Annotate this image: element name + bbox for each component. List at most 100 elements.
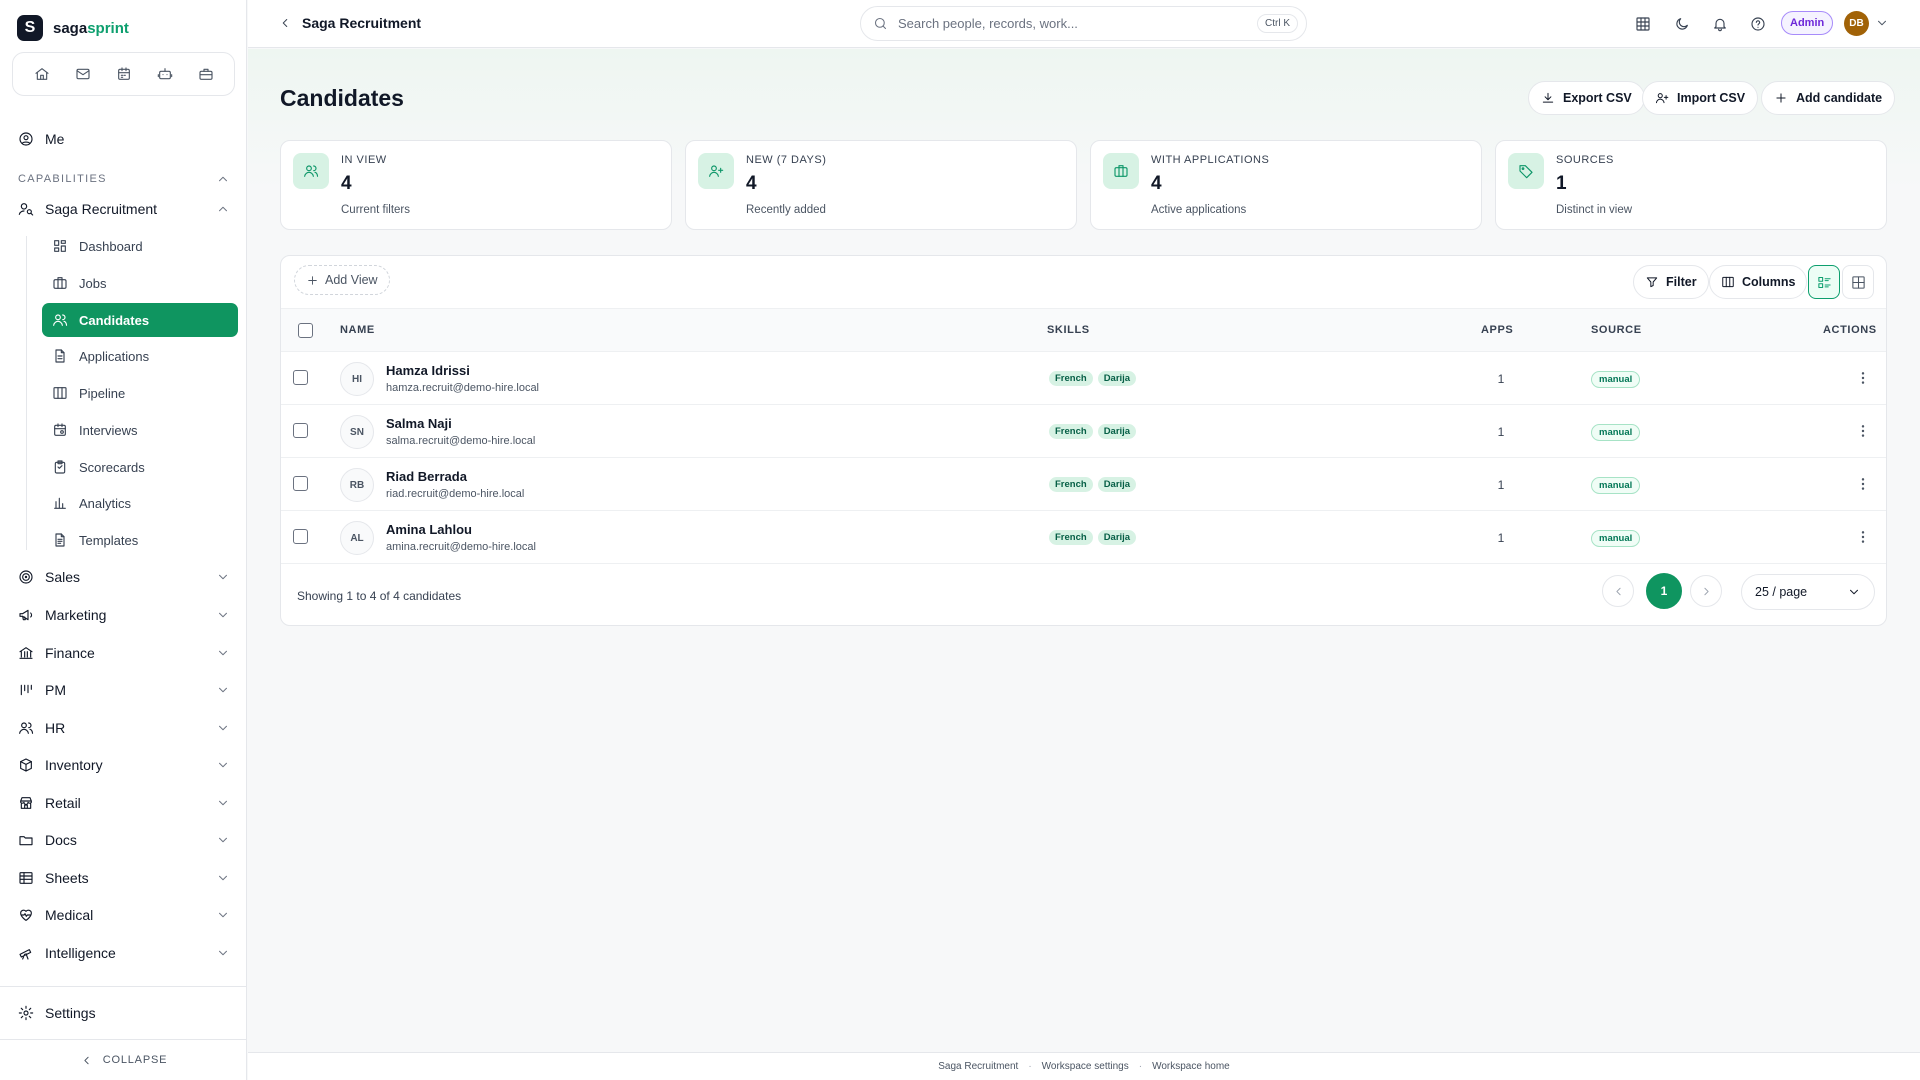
footer-link-workspace-settings[interactable]: Workspace settings [1042,1061,1129,1072]
chevron-down-icon [219,612,227,618]
group-label: Saga Recruitment [45,201,158,217]
back-button[interactable] [278,16,292,30]
capabilities-heading[interactable]: CAPABILITIES [18,172,230,186]
sidebar-item-candidates[interactable]: Candidates [42,303,238,337]
page-button-current[interactable]: 1 [1646,573,1682,609]
sidebar-item-dashboard[interactable]: Dashboard [42,229,238,263]
apps-count: 1 [1497,478,1505,492]
search-input[interactable] [898,16,1247,31]
help-circle-icon [1751,17,1765,31]
footer-link-workspace-home[interactable]: Workspace home [1152,1061,1230,1072]
row-checkbox[interactable] [293,476,308,491]
list-view-toggle[interactable] [1808,265,1840,299]
row-actions-button[interactable] [1855,476,1871,492]
quick-access-bar [12,52,235,96]
row-actions-button[interactable] [1855,370,1871,386]
export-csv-button[interactable]: Export CSV [1528,81,1645,115]
mail-icon[interactable] [68,59,98,89]
skills-list: French Darija [1049,424,1137,439]
table-row[interactable]: SN Salma Naji salma.recruit@demo-hire.lo… [281,405,1886,458]
add-view-button[interactable]: Add View [294,265,390,295]
group-finance[interactable]: Finance [18,645,230,661]
grid-view-toggle[interactable] [1842,265,1874,299]
sidebar-item-interviews[interactable]: Interviews [42,413,238,447]
chevron-down-icon [219,875,227,881]
collapse-button[interactable]: COLLAPSE [0,1048,247,1072]
breadcrumb[interactable]: Saga Recruitment [302,15,421,31]
select-all-checkbox[interactable] [298,323,313,338]
chevron-down-icon [219,800,227,806]
column-header-apps[interactable]: APPS [1481,324,1513,336]
columns-button[interactable]: Columns [1709,265,1808,299]
column-header-name[interactable]: NAME [340,324,375,336]
global-search[interactable]: Ctrl K [860,6,1307,41]
row-actions-button[interactable] [1855,529,1871,545]
sidebar-item-label: Templates [79,532,139,548]
group-label: Inventory [45,757,103,773]
home-icon[interactable] [27,59,57,89]
row-checkbox[interactable] [293,370,308,385]
brand[interactable]: S sagasprint [17,15,129,41]
group-docs[interactable]: Docs [18,832,230,848]
sidebar-item-analytics[interactable]: Analytics [42,486,238,520]
filter-button[interactable]: Filter [1633,265,1709,299]
sidebar-item-scorecards[interactable]: Scorecards [42,450,238,484]
group-marketing[interactable]: Marketing [18,607,230,623]
candidate-name[interactable]: Amina Lahlou [386,522,472,537]
next-page-button[interactable] [1690,575,1722,607]
apps-grid-button[interactable] [1631,12,1655,36]
group-saga-recruitment[interactable]: Saga Recruitment [18,201,230,217]
group-sheets[interactable]: Sheets [18,870,230,886]
toolbox-icon[interactable] [191,59,221,89]
notifications-button[interactable] [1708,12,1732,36]
box-icon [20,758,32,772]
group-intelligence[interactable]: Intelligence [18,945,230,961]
group-pm[interactable]: PM [18,682,230,698]
table-row[interactable]: AL Amina Lahlou amina.recruit@demo-hire.… [281,511,1886,564]
column-header-source[interactable]: SOURCE [1591,324,1642,336]
nav-me[interactable]: Me [18,131,64,147]
prev-page-button[interactable] [1602,575,1634,607]
skills-list: French Darija [1049,371,1137,386]
user-menu-toggle[interactable] [1875,16,1889,30]
import-csv-label: Import CSV [1677,91,1746,105]
group-retail[interactable]: Retail [18,795,230,811]
per-page-value: 25 / page [1755,585,1808,599]
admin-badge[interactable]: Admin [1781,11,1834,35]
skill-chip: Darija [1097,371,1137,386]
group-label: Sheets [45,870,89,886]
candidate-name[interactable]: Riad Berrada [386,469,467,484]
sidebar-item-templates[interactable]: Templates [42,523,238,557]
add-candidate-button[interactable]: Add candidate [1761,81,1896,115]
group-hr[interactable]: HR [18,720,230,736]
sidebar-item-applications[interactable]: Applications [42,339,238,373]
chevron-up-icon [219,176,227,182]
candidate-name[interactable]: Salma Naji [386,416,452,431]
row-actions-button[interactable] [1855,423,1871,439]
help-button[interactable] [1746,12,1770,36]
filter-label: Filter [1666,275,1697,289]
group-medical[interactable]: Medical [18,907,230,923]
calendar-icon[interactable] [109,59,139,89]
group-sales[interactable]: Sales [18,569,230,585]
footer-link-recruitment[interactable]: Saga Recruitment [938,1061,1018,1072]
row-checkbox[interactable] [293,529,308,544]
sidebar-item-label: Jobs [79,275,107,291]
column-header-skills[interactable]: SKILLS [1047,324,1090,336]
avatar[interactable]: DB [1844,11,1869,36]
group-inventory[interactable]: Inventory [18,757,230,773]
row-checkbox[interactable] [293,423,308,438]
stat-value: 1 [1556,173,1567,194]
import-csv-button[interactable]: Import CSV [1642,81,1759,115]
skill-chip: Darija [1097,477,1137,492]
nav-settings[interactable]: Settings [18,1005,96,1021]
clipboard-icon [54,460,66,474]
table-row[interactable]: HI Hamza Idrissi hamza.recruit@demo-hire… [281,352,1886,405]
sidebar-item-pipeline[interactable]: Pipeline [42,376,238,410]
candidate-name[interactable]: Hamza Idrissi [386,363,470,378]
robot-icon[interactable] [150,59,180,89]
sidebar-item-jobs[interactable]: Jobs [42,266,238,300]
theme-toggle[interactable] [1670,12,1694,36]
table-row[interactable]: RB Riad Berrada riad.recruit@demo-hire.l… [281,458,1886,511]
per-page-select[interactable]: 25 / page [1741,574,1875,610]
